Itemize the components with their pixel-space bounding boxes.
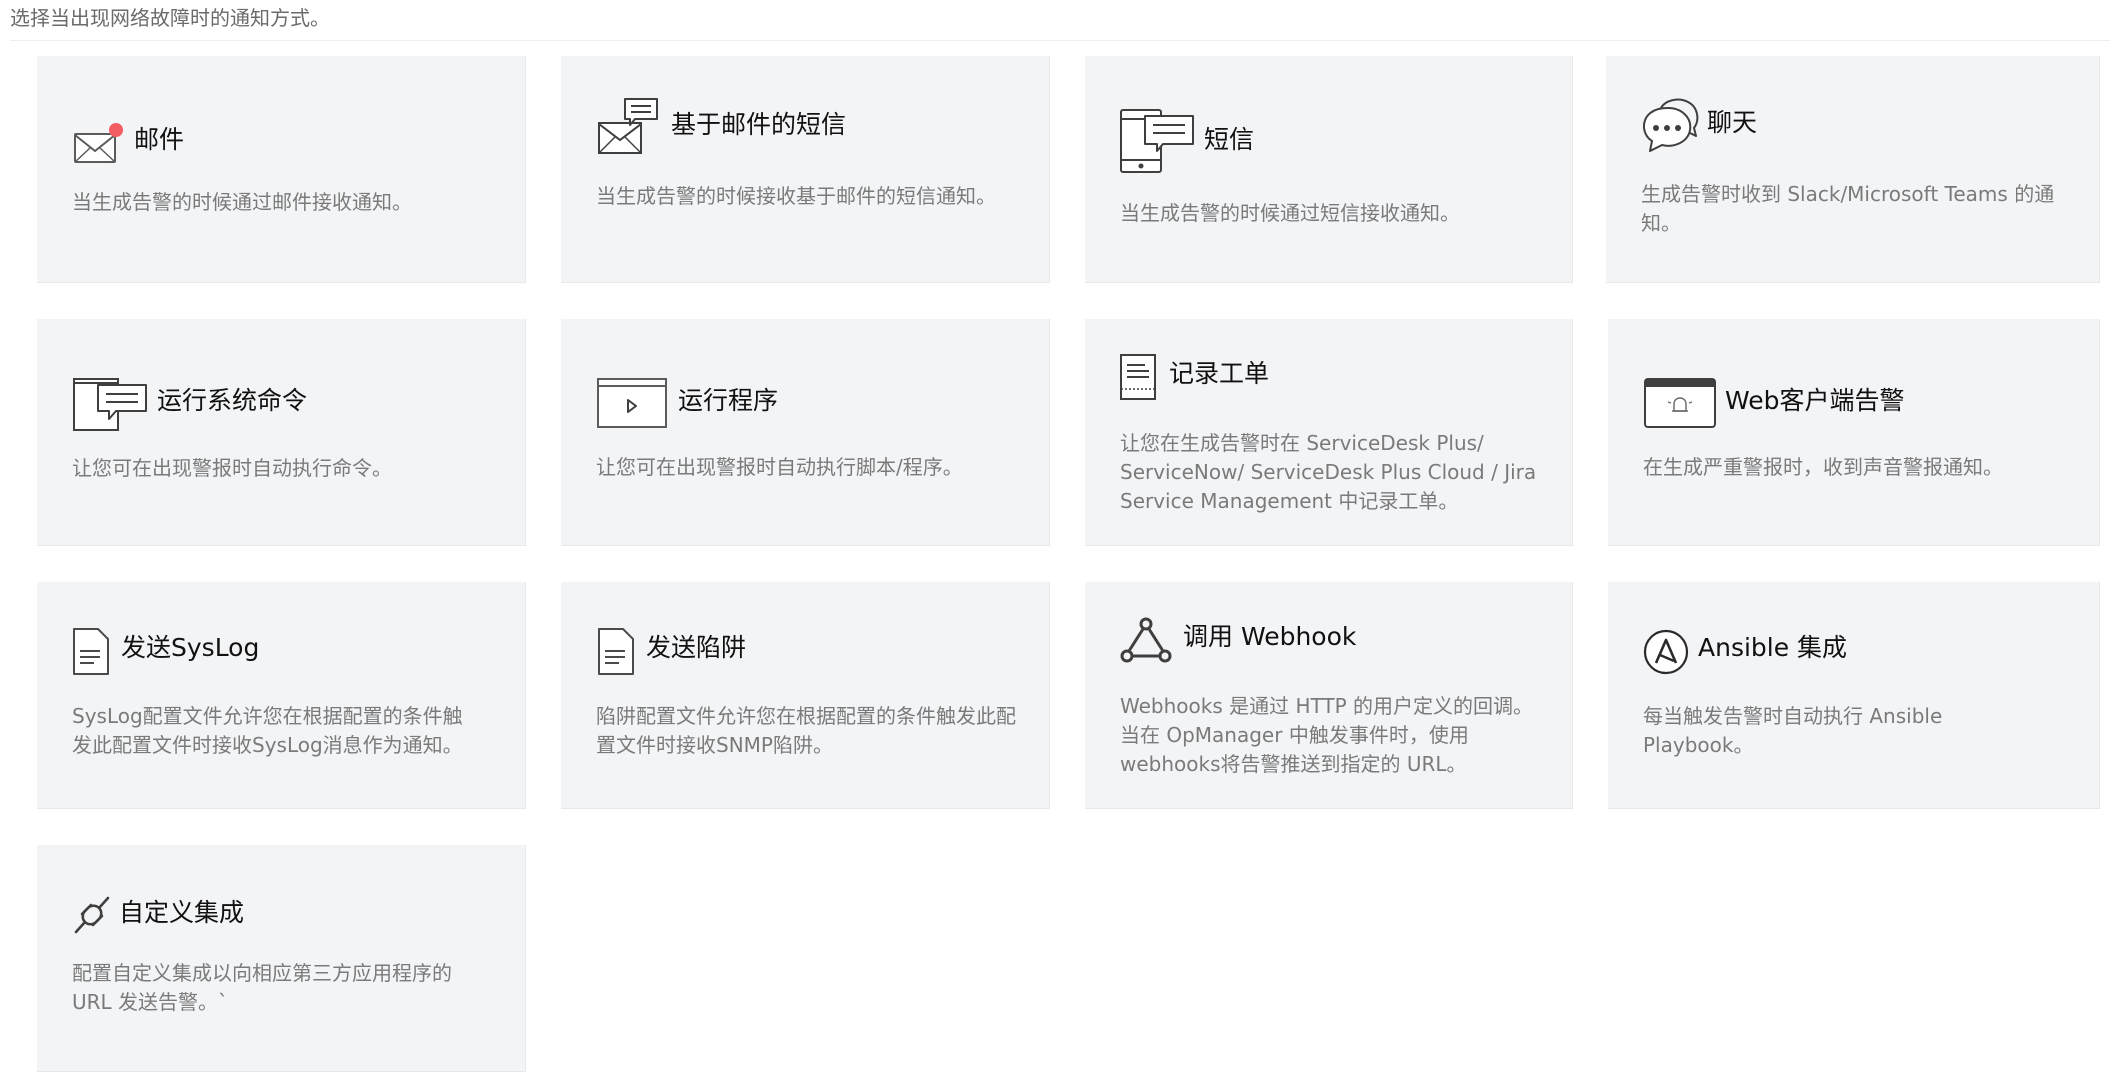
notification-card-syslog[interactable]: 发送SysLog SysLog配置文件允许您在根据配置的条件触发此配置文件时接收… xyxy=(37,582,526,809)
card-description: 陷阱配置文件允许您在根据配置的条件触发此配置文件时接收SNMP陷阱。 xyxy=(596,704,1016,757)
chat-bubble-icon xyxy=(1640,96,1700,154)
notification-card-ansible[interactable]: Ansible 集成 每当触发告警时自动执行 Ansible Playbook。 xyxy=(1608,582,2100,809)
card-description: 当生成告警的时候接收基于邮件的短信通知。 xyxy=(596,184,996,208)
notification-card-custom-integration[interactable]: 自定义集成 配置自定义集成以向相应第三方应用程序的 URL 发送告警。` xyxy=(37,845,526,1072)
notification-card-trap[interactable]: 发送陷阱 陷阱配置文件允许您在根据配置的条件触发此配置文件时接收SNMP陷阱。 xyxy=(561,582,1050,809)
card-title: 调用 Webhook xyxy=(1183,622,1357,651)
command-window-icon xyxy=(72,377,148,433)
card-description: Webhooks 是通过 HTTP 的用户定义的回调。 当在 OpManager… xyxy=(1120,694,1534,776)
custom-integration-icon xyxy=(72,895,112,935)
page-header: 选择当出现网络故障时的通知方式。 xyxy=(10,0,2110,41)
card-title: 邮件 xyxy=(134,125,185,154)
card-description: SysLog配置文件允许您在根据配置的条件触发此配置文件时接收SysLog消息作… xyxy=(72,704,463,757)
card-description: 当生成告警的时候通过邮件接收通知。 xyxy=(72,190,412,214)
notification-card-sms[interactable]: 短信 当生成告警的时候通过短信接收通知。 xyxy=(1085,56,1573,283)
trap-document-icon xyxy=(597,627,637,677)
card-title: 运行系统命令 xyxy=(157,386,308,415)
run-program-icon xyxy=(597,378,667,430)
envelope-icon xyxy=(72,122,123,168)
card-title: 基于邮件的短信 xyxy=(671,110,847,139)
card-title: Ansible 集成 xyxy=(1698,633,1848,662)
syslog-document-icon xyxy=(72,627,112,677)
notification-card-web-alarm[interactable]: Web客户端告警 在生成严重警报时，收到声音警报通知。 xyxy=(1608,319,2100,546)
notification-card-email[interactable]: 邮件 当生成告警的时候通过邮件接收通知。 xyxy=(37,56,526,283)
ansible-icon xyxy=(1643,629,1689,675)
notification-card-run-command[interactable]: 运行系统命令 让您可在出现警报时自动执行命令。 xyxy=(37,319,526,546)
notification-card-email-sms[interactable]: 基于邮件的短信 当生成告警的时候接收基于邮件的短信通知。 xyxy=(561,56,1050,283)
card-title: 发送陷阱 xyxy=(646,633,747,662)
notification-card-webhook[interactable]: 调用 Webhook Webhooks 是通过 HTTP 的用户定义的回调。 当… xyxy=(1085,582,1573,809)
card-description: 当生成告警的时候通过短信接收通知。 xyxy=(1120,201,1460,225)
card-title: 短信 xyxy=(1204,125,1255,154)
card-description: 配置自定义集成以向相应第三方应用程序的 URL 发送告警。` xyxy=(72,961,452,1014)
card-description: 让您可在出现警报时自动执行命令。 xyxy=(72,456,392,480)
card-description: 让您可在出现警报时自动执行脚本/程序。 xyxy=(596,455,963,479)
notification-card-log-ticket[interactable]: 记录工单 让您在生成告警时在 ServiceDesk Plus/ Service… xyxy=(1085,319,1573,546)
card-description: 让您在生成告警时在 ServiceDesk Plus/ ServiceNow/ … xyxy=(1120,431,1537,513)
ticket-document-icon xyxy=(1119,353,1159,403)
card-description: 在生成严重警报时，收到声音警报通知。 xyxy=(1643,455,2003,479)
mobile-sms-icon xyxy=(1119,108,1195,174)
page-instruction: 选择当出现网络故障时的通知方式。 xyxy=(10,6,330,30)
email-sms-icon xyxy=(597,97,661,157)
card-description: 生成告警时收到 Slack/Microsoft Teams 的通知。 xyxy=(1641,182,2055,235)
browser-alarm-icon xyxy=(1644,378,1716,430)
card-description: 每当触发告警时自动执行 Ansible Playbook。 xyxy=(1643,704,1943,757)
webhook-icon xyxy=(1119,616,1173,666)
notification-card-run-program[interactable]: 运行程序 让您可在出现警报时自动执行脚本/程序。 xyxy=(561,319,1050,546)
card-title: 记录工单 xyxy=(1169,359,1270,388)
card-title: 发送SysLog xyxy=(121,633,260,662)
notification-card-chat[interactable]: 聊天 生成告警时收到 Slack/Microsoft Teams 的通知。 xyxy=(1606,56,2100,283)
card-title: 运行程序 xyxy=(678,386,779,415)
card-title: 自定义集成 xyxy=(119,898,245,927)
card-title: Web客户端告警 xyxy=(1725,386,1905,415)
card-title: 聊天 xyxy=(1707,108,1758,137)
